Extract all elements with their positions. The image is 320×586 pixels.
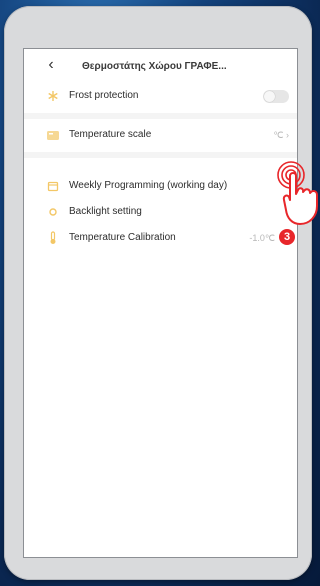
page-title: Θερμοστάτης Χώρου ΓΡΑΦΕ... [82,61,227,72]
app-header: ‹ Θερμοστάτης Χώρου ΓΡΑΦΕ... [24,49,297,83]
temperature-calibration-value: -1.0℃ [249,233,275,243]
setting-label: Temperature scale [69,129,152,140]
section-divider [24,113,297,119]
thermometer-icon [46,231,60,245]
back-icon[interactable]: ‹ [42,56,60,74]
step-number-badge: 3 [279,229,295,245]
app-screen: ‹ Θερμοστάτης Χώρου ΓΡΑΦΕ... Frost prote… [23,48,298,558]
setting-backlight[interactable]: Backlight setting [24,199,297,225]
phone-frame: ‹ Θερμοστάτης Χώρου ΓΡΑΦΕ... Frost prote… [4,6,312,580]
setting-frost-protection[interactable]: Frost protection [24,83,297,109]
setting-temperature-calibration[interactable]: Temperature Calibration -1.0℃ [24,225,297,251]
setting-label: Frost protection [69,90,139,101]
section-divider [24,152,297,158]
frost-protection-toggle[interactable] [263,90,289,103]
temperature-scale-value: ℃ › [273,130,289,140]
setting-label: Weekly Programming (working day) [69,180,228,191]
frost-icon [46,89,60,103]
calendar-icon [46,179,60,193]
setting-label: Temperature Calibration [69,232,176,243]
setting-label: Backlight setting [69,206,142,217]
setting-weekly-programming[interactable]: Weekly Programming (working day) [24,173,297,199]
thermometer-scale-icon [46,128,60,142]
setting-temperature-scale[interactable]: Temperature scale ℃ › [24,122,297,148]
tap-hand-icon [282,172,318,225]
sun-icon [46,205,60,219]
